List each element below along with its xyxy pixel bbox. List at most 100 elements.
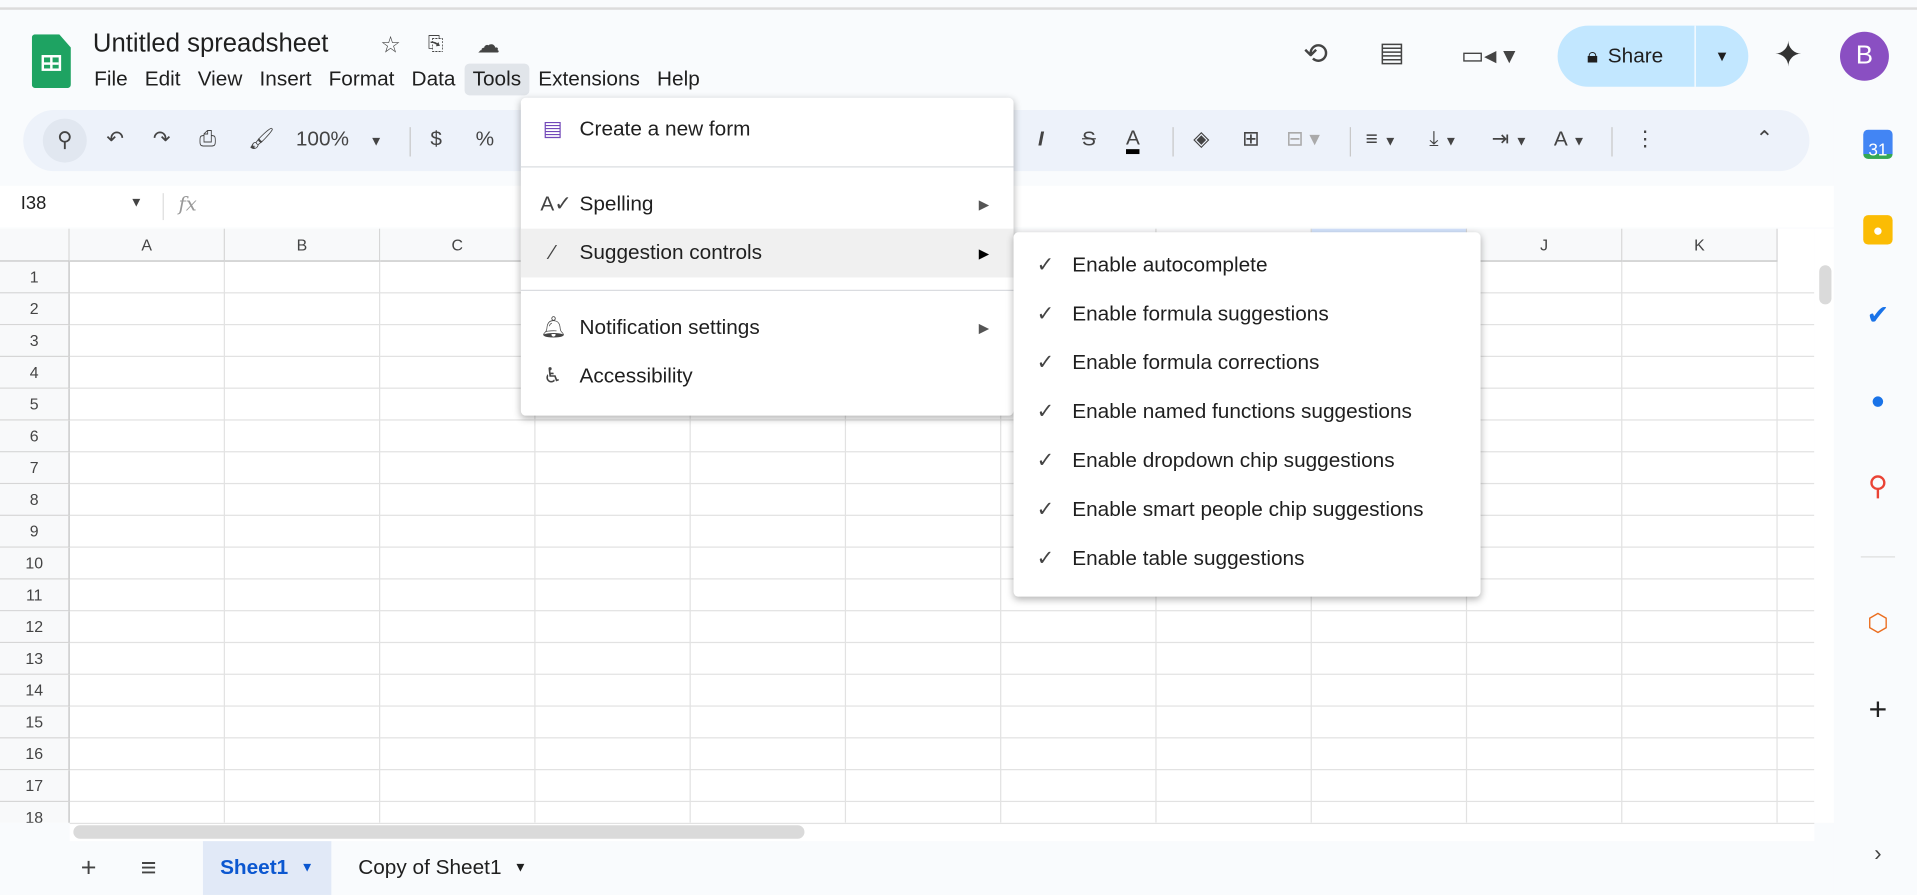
menu-insert[interactable]: Insert <box>251 64 320 96</box>
horizontal-align-icon[interactable]: ≡ ▼ <box>1366 127 1397 151</box>
row-header[interactable]: 8 <box>0 484 70 516</box>
column-header[interactable]: K <box>1622 228 1778 262</box>
horizontal-scrollbar-thumb[interactable] <box>73 825 805 839</box>
share-button[interactable]: 🔒︎ Share ▼ <box>1557 25 1749 87</box>
maps-icon[interactable]: ⚲ <box>1863 471 1892 501</box>
row-header[interactable]: 1 <box>0 261 70 294</box>
checkmark-icon: ✓ <box>1036 301 1055 326</box>
cloud-saved-icon[interactable]: ☁ <box>477 32 500 60</box>
expand-panel-icon[interactable]: › <box>1863 839 1892 868</box>
menu-view[interactable]: View <box>189 64 251 96</box>
row-header[interactable]: 5 <box>0 388 70 421</box>
column-header[interactable]: B <box>224 228 381 262</box>
addon-icon[interactable]: ⬡ <box>1863 609 1892 638</box>
text-wrapping-icon[interactable]: ⇥ ▼ <box>1492 127 1529 151</box>
all-sheets-icon[interactable]: ≡ <box>141 852 157 884</box>
row-header[interactable]: 4 <box>0 356 70 389</box>
row-header[interactable]: 9 <box>0 515 70 548</box>
submenu-arrow-icon: ▶ <box>978 246 990 262</box>
add-sheet-icon[interactable]: + <box>81 852 97 884</box>
collapse-toolbar-icon[interactable]: ⌃ <box>1756 127 1773 151</box>
sheet-tab-bar: + ≡ Sheet1 ▼ Copy of Sheet1 ▼ <box>0 841 1834 895</box>
column-header[interactable]: A <box>69 228 225 262</box>
version-history-icon[interactable]: ⟲ <box>1303 37 1328 72</box>
row-header[interactable]: 6 <box>0 420 70 453</box>
submenu-item[interactable]: ✓ Enable named functions suggestions <box>1014 388 1481 437</box>
row-header[interactable]: 14 <box>0 674 70 707</box>
row-header[interactable]: 2 <box>0 293 70 326</box>
sheets-logo-icon[interactable] <box>31 34 71 89</box>
menu-edit[interactable]: Edit <box>136 64 189 96</box>
row-header[interactable]: 3 <box>0 325 70 357</box>
document-title[interactable]: Untitled spreadsheet <box>93 29 329 58</box>
get-addons-icon[interactable]: + <box>1863 693 1892 725</box>
avatar[interactable]: B <box>1840 31 1889 81</box>
vertical-align-icon[interactable]: ⤓ ▼ <box>1429 127 1457 151</box>
menu-item-spelling[interactable]: A✓ Spelling ▶ <box>521 180 1014 229</box>
row-header[interactable]: 15 <box>0 706 70 739</box>
submenu-item[interactable]: ✓ Enable autocomplete <box>1014 241 1481 290</box>
share-dropdown-icon[interactable]: ▼ <box>1696 48 1749 65</box>
zoom-select[interactable]: 100% ▼ <box>296 127 383 151</box>
menu-data[interactable]: Data <box>403 64 464 96</box>
formula-input[interactable] <box>220 191 1809 223</box>
calendar-icon[interactable]: 31 <box>1863 129 1893 159</box>
menu-extensions[interactable]: Extensions <box>530 64 649 96</box>
search-menus-icon[interactable]: ⚲ <box>42 118 87 163</box>
menu-format[interactable]: Format <box>320 64 403 96</box>
select-all-corner[interactable] <box>0 228 70 262</box>
italic-icon[interactable]: I <box>1038 127 1044 151</box>
column-header[interactable]: J <box>1467 228 1623 262</box>
fill-color-icon[interactable]: ◈ <box>1193 127 1209 151</box>
print-icon[interactable]: ⎙ <box>199 127 216 151</box>
currency-format-button[interactable]: $ <box>430 127 442 151</box>
row-header[interactable]: 16 <box>0 738 70 771</box>
sheet-tab-copy-of-sheet1[interactable]: Copy of Sheet1 ▼ <box>341 841 544 895</box>
gemini-icon[interactable]: ✦ <box>1774 34 1803 74</box>
meet-icon[interactable]: ▭◂ ▾ <box>1461 40 1515 71</box>
menu-tools[interactable]: Tools <box>464 63 530 96</box>
menu-item-notification-settings[interactable]: 🔔︎ Notification settings ▶ <box>521 303 1014 352</box>
contacts-icon[interactable]: ● <box>1863 386 1892 415</box>
percent-format-button[interactable]: % <box>476 127 494 151</box>
submenu-item[interactable]: ✓ Enable formula corrections <box>1014 339 1481 388</box>
menu-item-accessibility[interactable]: ♿︎ Accessibility <box>521 352 1014 401</box>
row-header[interactable]: 13 <box>0 643 70 675</box>
menu-item-suggestion-controls[interactable]: ⁄ Suggestion controls ▶ <box>520 228 1014 278</box>
comments-icon[interactable]: ▤ <box>1379 37 1404 69</box>
row-header[interactable]: 11 <box>0 579 70 612</box>
text-rotation-icon[interactable]: A ▼ <box>1554 127 1586 151</box>
menu-item-create-form[interactable]: ▤ Create a new form <box>521 105 1014 154</box>
sheet-tab-sheet1[interactable]: Sheet1 ▼ <box>202 841 331 895</box>
undo-icon[interactable]: ↶ <box>106 127 123 151</box>
more-options-icon[interactable]: ⋮ <box>1635 127 1656 151</box>
menu-item-label: Spelling <box>579 191 654 216</box>
accessibility-icon: ♿︎ <box>543 364 562 388</box>
submenu-item[interactable]: ✓ Enable table suggestions <box>1014 534 1481 583</box>
submenu-item[interactable]: ✓ Enable smart people chip suggestions <box>1014 485 1481 534</box>
submenu-item[interactable]: ✓ Enable formula suggestions <box>1014 290 1481 339</box>
menu-file[interactable]: File <box>86 64 137 96</box>
row-header[interactable]: 18 <box>0 802 70 823</box>
tasks-icon[interactable]: ✔ <box>1863 300 1892 330</box>
move-folder-icon[interactable]: ⎘ <box>428 34 444 56</box>
strikethrough-icon[interactable]: S <box>1082 127 1096 151</box>
redo-icon[interactable]: ↷ <box>153 127 170 151</box>
row-header[interactable]: 7 <box>0 452 70 485</box>
row-header[interactable]: 17 <box>0 770 70 803</box>
submenu-item[interactable]: ✓ Enable dropdown chip suggestions <box>1014 436 1481 485</box>
star-icon[interactable]: ☆ <box>380 32 401 60</box>
vertical-scrollbar[interactable] <box>1814 228 1834 823</box>
column-header[interactable]: C <box>380 228 536 262</box>
row-header[interactable]: 12 <box>0 611 70 644</box>
vertical-scrollbar-thumb[interactable] <box>1819 265 1832 305</box>
borders-icon[interactable]: ⊞ <box>1242 127 1259 151</box>
text-color-icon[interactable]: A <box>1126 127 1140 155</box>
paint-format-icon[interactable]: 🖌︎ <box>248 127 274 151</box>
gridline <box>69 800 1815 803</box>
row-header[interactable]: 10 <box>0 547 70 580</box>
name-box[interactable]: I38 <box>21 193 47 214</box>
keep-icon[interactable]: ● <box>1863 215 1893 245</box>
menu-help[interactable]: Help <box>648 64 708 96</box>
name-box-dropdown-icon[interactable]: ▼ <box>130 196 143 211</box>
